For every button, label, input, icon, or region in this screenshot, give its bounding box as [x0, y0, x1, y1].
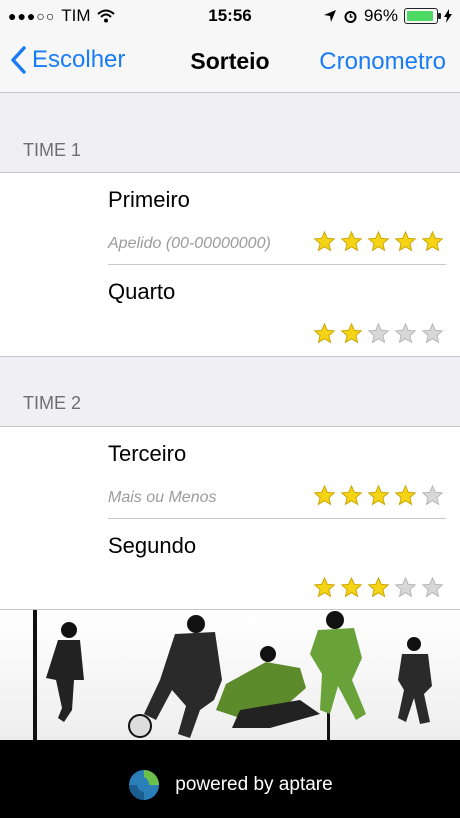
- star-filled-icon: [340, 230, 363, 252]
- soccer-players-illustration: [33, 610, 432, 740]
- player-row[interactable]: Terceiro Mais ou Menos: [0, 427, 460, 519]
- charging-bolt-icon: [444, 9, 452, 23]
- powered-by-text: powered by aptare: [175, 774, 333, 795]
- star-filled-icon: [394, 484, 417, 506]
- aptare-logo-icon: [129, 770, 160, 800]
- player-row[interactable]: Segundo: [0, 519, 460, 611]
- star-rating: [313, 484, 444, 507]
- player-row[interactable]: Primeiro Apelido (00-00000000): [0, 173, 460, 265]
- star-filled-icon: [313, 230, 336, 252]
- star-filled-icon: [367, 484, 390, 506]
- star-filled-icon: [340, 484, 363, 506]
- battery-percent: 96%: [363, 6, 398, 25]
- star-filled-icon: [340, 576, 363, 598]
- player-row[interactable]: Quarto: [0, 265, 460, 357]
- section-title: TIME 2: [23, 393, 82, 413]
- star-filled-icon: [340, 322, 363, 344]
- star-filled-icon: [367, 230, 390, 252]
- cronometro-button[interactable]: Cronometro: [319, 48, 446, 76]
- section-header-time-1: TIME 1: [0, 93, 460, 173]
- location-arrow-icon: [323, 10, 336, 22]
- star-filled-icon: [313, 484, 336, 506]
- star-empty-icon: [394, 322, 417, 344]
- star-filled-icon: [313, 322, 336, 344]
- alarm-icon: [344, 10, 357, 23]
- star-empty-icon: [421, 576, 444, 598]
- powered-by: powered by aptare: [0, 768, 460, 802]
- star-empty-icon: [421, 322, 444, 344]
- star-rating: [313, 322, 444, 345]
- player-subtitle: Apelido (00-00000000): [108, 235, 271, 252]
- navigation-bar: Escolher Sorteio Cronometro: [0, 32, 460, 93]
- star-empty-icon: [394, 576, 417, 598]
- player-subtitle: Mais ou Menos: [108, 489, 217, 506]
- star-empty-icon: [367, 322, 390, 344]
- section-header-time-2: TIME 2: [0, 357, 460, 426]
- section-title: TIME 1: [23, 140, 82, 160]
- player-name: Primeiro: [108, 187, 190, 212]
- battery-icon: [404, 8, 441, 24]
- player-name: Terceiro: [108, 441, 187, 466]
- star-empty-icon: [421, 484, 444, 506]
- star-rating: [313, 576, 444, 599]
- star-rating: [313, 230, 444, 253]
- player-name: Segundo: [108, 533, 197, 558]
- aptare-banner[interactable]: powered by aptare: [0, 610, 460, 818]
- status-right: 96%: [323, 6, 452, 26]
- star-filled-icon: [394, 230, 417, 252]
- star-filled-icon: [421, 230, 444, 252]
- player-name: Quarto: [108, 279, 176, 304]
- star-filled-icon: [367, 576, 390, 598]
- star-filled-icon: [313, 576, 336, 598]
- status-bar: ●●●○○ TIM 15:56 96%: [0, 0, 460, 32]
